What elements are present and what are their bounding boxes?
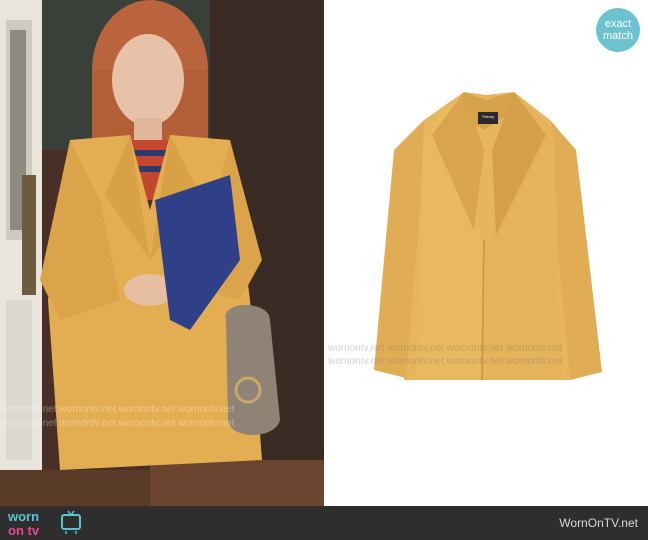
watermark-line: wornontv.net wornontv.net wornontv.net w… (0, 404, 235, 415)
brand-label: Theory (481, 114, 495, 119)
coat-product-image (374, 92, 602, 381)
product-panel: Theory wornontv.net wornontv.net wornont… (324, 0, 648, 506)
site-url: WornOnTV.net (559, 516, 638, 530)
logo-ontv: on tv (8, 523, 40, 537)
badge-line2: match (603, 30, 633, 42)
scene-photo: wornontv.net wornontv.net wornontv.net w… (0, 0, 324, 506)
logo-worn: worn (7, 509, 39, 524)
scene-illustration (0, 0, 324, 506)
exact-match-badge: exact match (596, 8, 640, 52)
wornontv-logo: worn on tv (7, 509, 81, 537)
watermark-line: wornontv.net wornontv.net wornontv.net w… (328, 343, 563, 354)
footer-bar: worn on tv WornOnTV.net (0, 506, 648, 540)
watermark-line: wornontv.net wornontv.net wornontv.net w… (0, 418, 235, 429)
badge-line1: exact (604, 18, 632, 30)
watermark-line: wornontv.net wornontv.net wornontv.net w… (328, 356, 563, 367)
